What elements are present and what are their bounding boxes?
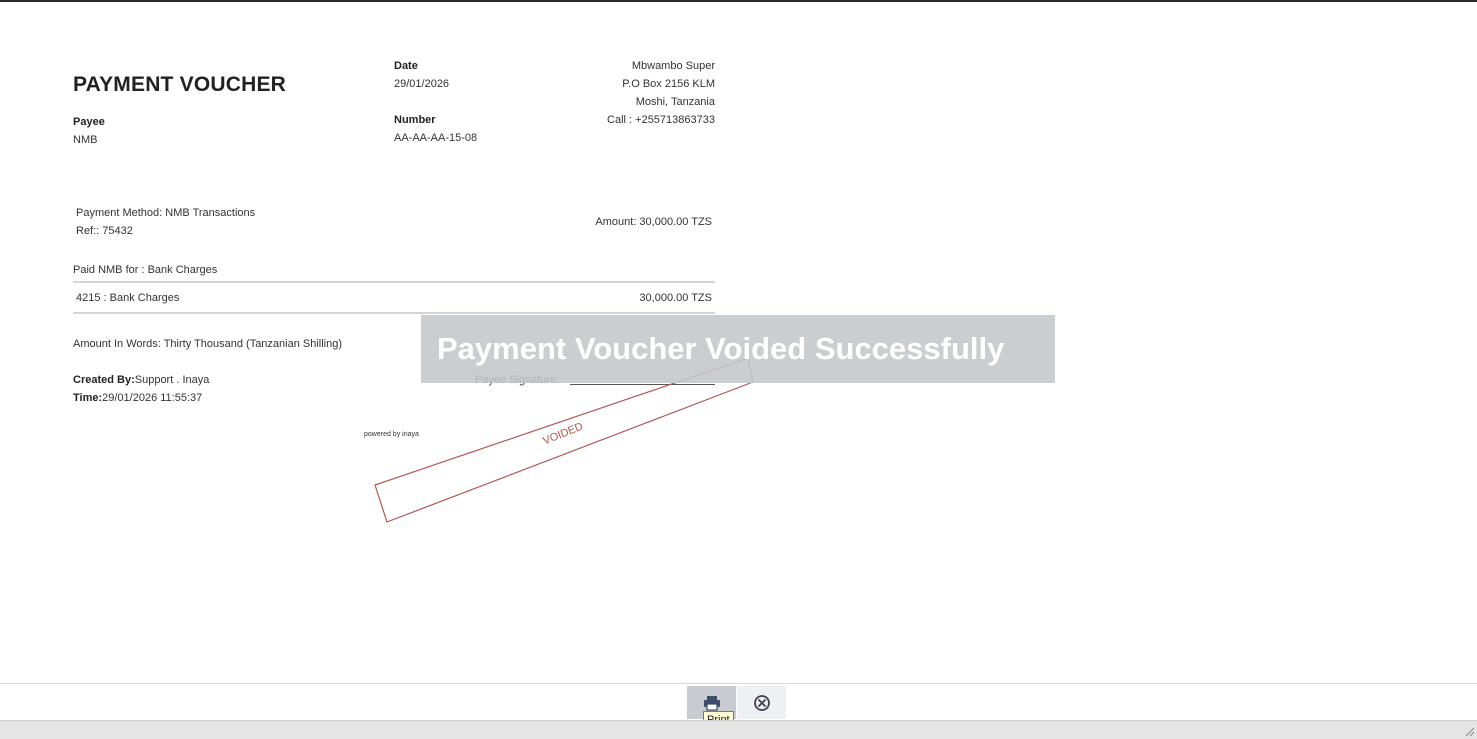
date-value: 29/01/2026 <box>394 78 450 90</box>
amount-total: Amount: 30,000.00 TZS <box>595 216 712 228</box>
reference: Ref:: 75432 <box>76 225 133 237</box>
toast-message: Payment Voucher Voided Successfully <box>437 331 1005 366</box>
top-border <box>0 0 1477 2</box>
number-label: Number <box>394 114 436 126</box>
payment-method: Payment Method: NMB Transactions <box>76 207 256 219</box>
divider <box>73 312 715 314</box>
created-by-label: Created By: <box>73 374 135 386</box>
company-name: Mbwambo Super <box>631 60 715 72</box>
printer-icon <box>703 695 720 711</box>
payee-label: Payee <box>73 116 105 128</box>
created-by-value: Support . Inaya <box>134 374 210 386</box>
company-address-1: P.O Box 2156 KLM <box>622 78 715 90</box>
close-circle-icon <box>753 694 770 711</box>
divider <box>73 281 715 283</box>
time-value: 29/01/2026 11:55:37 <box>102 392 203 404</box>
page-title: PAYMENT VOUCHER <box>73 73 287 96</box>
line-item-account: 4215 : Bank Charges <box>76 292 180 304</box>
number-value: AA-AA-AA-15-08 <box>394 132 478 144</box>
amount-in-words: Amount In Words: Thirty Thousand (Tanzan… <box>73 338 343 350</box>
company-phone: Call : +255713863733 <box>607 114 715 126</box>
line-item-amount: 30,000.00 TZS <box>639 292 712 304</box>
time-label: Time: <box>73 392 103 404</box>
created-by: Created By:Support . Inaya <box>73 374 209 386</box>
created-time: Time:29/01/2026 11:55:37 <box>73 392 202 404</box>
date-label: Date <box>394 60 418 72</box>
close-button[interactable] <box>737 686 786 719</box>
paid-for: Paid NMB for : Bank Charges <box>73 264 218 276</box>
payee-value: NMB <box>73 134 98 146</box>
resize-grip-icon[interactable] <box>1463 725 1475 737</box>
success-toast: Payment Voucher Voided Successfully <box>421 315 1055 383</box>
status-bar <box>0 720 1477 739</box>
company-address-2: Moshi, Tanzania <box>635 96 715 108</box>
